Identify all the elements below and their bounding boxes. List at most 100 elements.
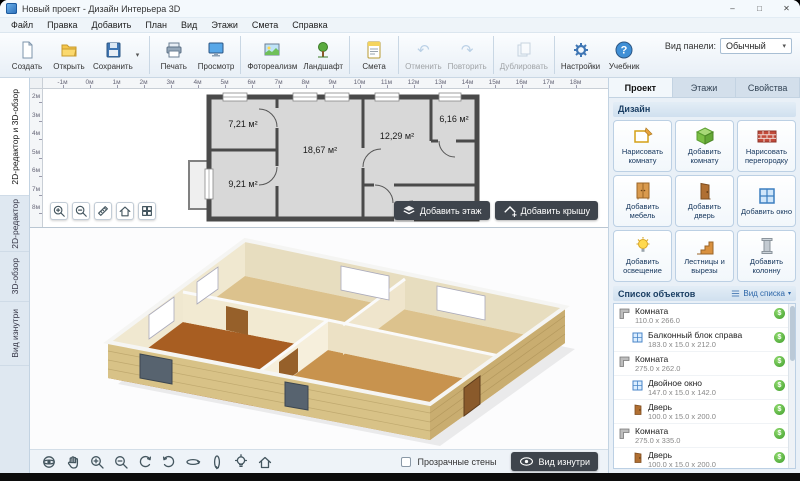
zoom-out-button[interactable] [112,453,129,470]
measure-button[interactable] [94,202,112,220]
toolbar-separator [398,36,400,74]
home-view-button[interactable] [256,453,273,470]
plan-home-button[interactable] [116,202,134,220]
home-icon [119,206,131,217]
right-panel-body: Дизайн Нарисовать комнату Добавить комна… [609,98,800,473]
draw-room-button[interactable]: Нарисовать комнату [613,120,672,172]
balcony-window-icon [631,331,644,344]
view-360-button[interactable] [40,453,57,470]
rotate-cw-button[interactable] [160,453,177,470]
door-icon [631,403,644,416]
stairs-button[interactable]: Лестницы и вырезы [675,230,734,282]
estimate-flag-icon[interactable]: $ [774,356,785,367]
orbit-vertical-button[interactable] [208,453,225,470]
estimate-flag-icon[interactable]: $ [774,308,785,319]
grid-button[interactable] [138,202,156,220]
sidebar-tab-3d[interactable]: 3D-обзор [0,252,29,302]
plan-zoom-in-button[interactable] [50,202,68,220]
object-list: Комната 110.0 x 266.0 $ Балконный блок сп… [613,303,796,469]
orbit-horizontal-button[interactable] [184,453,201,470]
grid-icon [142,206,152,216]
close-button[interactable]: ✕ [773,0,800,17]
menu-item-help[interactable]: Справка [285,20,334,30]
estimate-button[interactable]: Смета [353,34,395,76]
duplicate-button[interactable]: Дублировать [497,34,551,76]
menu-item-add[interactable]: Добавить [85,20,139,30]
tab-floors[interactable]: Этажи [673,78,737,97]
scrollbar-thumb[interactable] [790,306,795,361]
new-document-icon [17,40,37,60]
landscape-button[interactable]: Ландшафт [300,34,346,76]
menu-item-estimate[interactable]: Смета [245,20,285,30]
menu-item-floors[interactable]: Этажи [204,20,245,30]
save-dropdown[interactable]: ▾ [136,34,146,76]
sidebar-tab-2d[interactable]: 2D-редактор [0,196,29,252]
tab-project[interactable]: Проект [609,78,673,97]
design-section-header: Дизайн [613,102,796,117]
menu-item-file[interactable]: Файл [4,20,40,30]
photorealism-button[interactable]: Фотореализм [244,34,300,76]
new-button[interactable]: Создать [6,34,48,76]
plan-zoom-out-button[interactable] [72,202,90,220]
add-column-button[interactable]: Добавить колонну [737,230,796,282]
list-view-selector[interactable]: Вид списка ▾ [731,289,791,298]
add-furniture-button[interactable]: Добавить мебель [613,175,672,227]
inside-view-button[interactable]: Вид изнутри [511,452,598,471]
chevron-down-icon: ▾ [782,43,786,50]
add-window-button[interactable]: Добавить окно [737,175,796,227]
add-floor-button[interactable]: Добавить этаж [393,201,490,220]
tab-properties[interactable]: Свойства [736,78,800,97]
save-icon [103,40,123,60]
view-panel-control: Вид панели: Обычный ▾ [665,38,792,54]
redo-button[interactable]: ↷ Повторить [445,34,490,76]
lighting-button[interactable] [232,453,249,470]
rotate-ccw-button[interactable] [136,453,153,470]
view-3d-area[interactable] [30,228,608,449]
undo-button[interactable]: ↶ Отменить [402,34,445,76]
interior-door [226,306,248,335]
add-roof-button[interactable]: Добавить крышу [494,201,598,220]
estimate-flag-icon[interactable]: $ [774,380,785,391]
object-row-room[interactable]: Комната 275.0 x 335.0 $ [614,424,795,448]
preview-button[interactable]: Просмотр [195,34,238,76]
save-button[interactable]: Сохранить [90,34,136,76]
view-panel-select[interactable]: Обычный ▾ [720,38,792,54]
sidebar-tab-inside[interactable]: Вид изнутри [0,302,29,366]
pan-button[interactable] [64,453,81,470]
object-row-door[interactable]: Дверь 100.0 x 15.0 x 200.0 $ [614,448,795,468]
estimate-flag-icon[interactable]: $ [774,452,785,463]
settings-button[interactable]: Настройки [558,34,603,76]
bulb-icon [632,236,654,256]
zoom-in-icon [53,205,65,217]
estimate-flag-icon[interactable]: $ [774,428,785,439]
list-scrollbar[interactable] [788,304,795,468]
object-row-room[interactable]: Комната 275.0 x 262.0 $ [614,352,795,376]
object-row-room[interactable]: Комната 110.0 x 266.0 $ [614,304,795,328]
maximize-button[interactable]: □ [746,0,773,17]
add-door-button[interactable]: Добавить дверь [675,175,734,227]
estimate-flag-icon[interactable]: $ [774,404,785,415]
home-icon [258,456,271,468]
minimize-button[interactable]: – [719,0,746,17]
zoom-in-button[interactable] [88,453,105,470]
object-row-balcony-block[interactable]: Балконный блок справа 183.0 x 15.0 x 212.… [614,328,795,352]
plan-2d-area[interactable]: -1м 0м 1м 2м 3м 4м 5м 6м 7м 8м 9м 10м 11м 12м 13м 14м 15… [30,78,608,228]
open-folder-icon [59,40,79,60]
print-button[interactable]: Печать [153,34,195,76]
tutorial-button[interactable]: ? Учебник [603,34,645,76]
object-row-window[interactable]: Двойное окно 147.0 x 15.0 x 142.0 $ [614,376,795,400]
menu-item-view[interactable]: Вид [174,20,204,30]
menu-item-edit[interactable]: Правка [40,20,84,30]
open-button[interactable]: Открыть [48,34,90,76]
sidebar-tab-2d-3d[interactable]: 2D-редактор и 3D-обзор [0,78,29,196]
ruler-corner [30,78,43,89]
estimate-flag-icon[interactable]: $ [774,332,785,343]
window-icon [756,186,778,206]
draw-partition-button[interactable]: Нарисовать перегородку [737,120,796,172]
menu-item-plan[interactable]: План [138,20,174,30]
transparent-walls-checkbox[interactable] [400,456,411,467]
add-lighting-button[interactable]: Добавить освещение [613,230,672,282]
add-room-button[interactable]: Добавить комнату [675,120,734,172]
orbit-vertical-icon [213,454,220,469]
object-row-door[interactable]: Дверь 100.0 x 15.0 x 200.0 $ [614,400,795,424]
